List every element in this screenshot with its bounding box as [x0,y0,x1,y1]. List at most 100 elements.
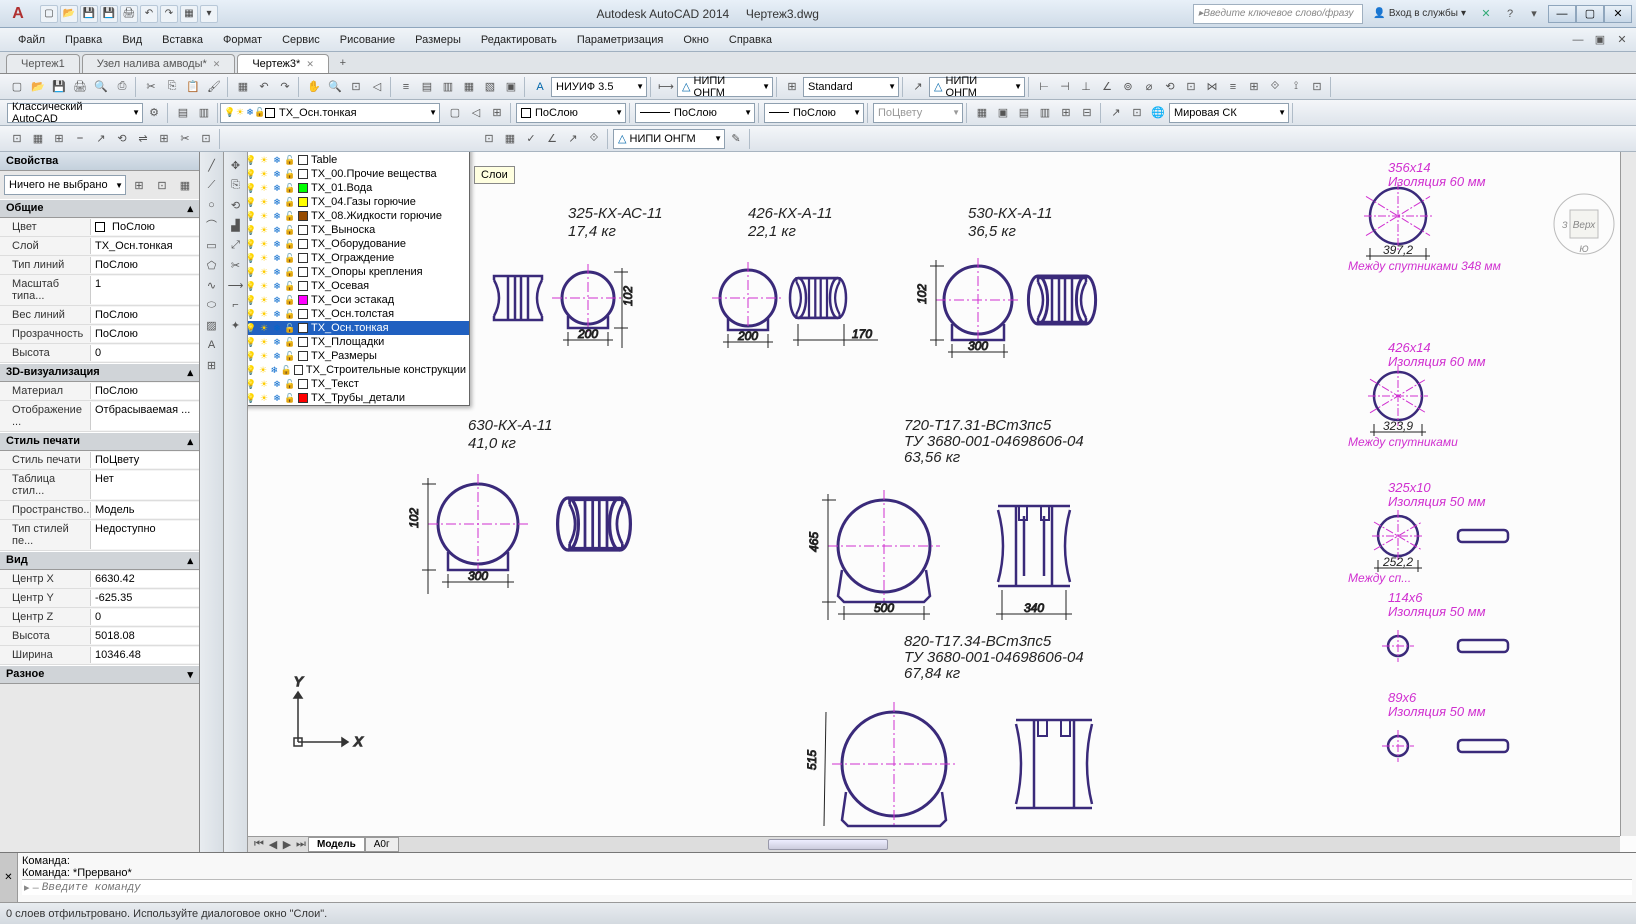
mleader-combo[interactable]: △ НИПИ ОНГМ▼ [929,77,1025,97]
d5-icon[interactable]: ⊚ [1118,77,1138,97]
menu-modify[interactable]: Редактировать [471,30,567,50]
ucs-combo[interactable]: Мировая СК▼ [1169,103,1289,123]
quickselect-icon[interactable]: ⊞ [129,175,149,195]
prop-row[interactable]: СлойТХ_Осн.тонкая [0,237,199,256]
layer-row[interactable]: 💡☀❄🔓ТХ_Оси эстакад [248,293,469,307]
layer-dropdown[interactable]: 💡☀❄🔓0💡☀❄🔓Defpoints💡☀❄🔓Table💡☀❄🔓ТХ_00.Про… [248,152,470,406]
layer-row[interactable]: 💡☀❄🔓ТХ_Размеры [248,349,469,363]
pline-icon[interactable]: ⟋ [203,176,221,194]
mleader-icon[interactable]: ↗ [908,77,928,97]
d14-icon[interactable]: ⊡ [1307,77,1327,97]
doc-tab[interactable]: Чертеж1 [6,54,80,73]
hscrollbar[interactable]: ⏮ ◀ ▶ ⏭ Модель А0г [248,836,1620,852]
g2-icon[interactable]: ▣ [993,103,1013,123]
d1-icon[interactable]: ⊢ [1034,77,1054,97]
cut-icon[interactable]: ✂ [141,77,161,97]
spline-icon[interactable]: ∿ [203,276,221,294]
laymgr-icon[interactable]: ⊞ [487,103,507,123]
annotext-combo[interactable]: △ НИПИ ОНГМ▼ [613,129,725,149]
app-logo[interactable]: A [4,4,32,24]
tab-close-icon[interactable]: ✕ [306,59,314,69]
copy-icon[interactable]: ⎘ [227,176,245,194]
menu-tools[interactable]: Сервис [272,30,330,50]
prop-row[interactable]: Стиль печатиПоЦвету [0,451,199,470]
prop-row[interactable]: Тип линийПоСлою [0,256,199,275]
minimize-button[interactable]: — [1548,5,1576,23]
prop-section[interactable]: 3D-визуализация▴ [0,363,199,382]
layer-row[interactable]: 💡☀❄🔓ТХ_Осн.толстая [248,307,469,321]
d13-icon[interactable]: ⟟ [1286,77,1306,97]
plotstyle-combo[interactable]: ПоЦвету▼ [873,103,963,123]
infocenter-search[interactable]: ▸ Введите ключевое слово/фразу [1193,4,1363,24]
tp-icon[interactable]: ▥ [438,77,458,97]
ucs1-icon[interactable]: ↗ [1106,103,1126,123]
d9-icon[interactable]: ⋈ [1202,77,1222,97]
line-icon[interactable]: ╱ [203,156,221,174]
d2-icon[interactable]: ⊣ [1055,77,1075,97]
text-icon[interactable]: A [203,336,221,354]
menu-insert[interactable]: Вставка [152,30,213,50]
open-icon[interactable]: 📂 [60,5,78,23]
d12-icon[interactable]: ⟐ [1265,77,1285,97]
x5-icon[interactable]: ↗ [563,129,583,149]
dsm-icon[interactable]: ▤ [417,77,437,97]
preview-icon[interactable]: 🔍 [91,77,111,97]
drawing-area[interactable]: 💡☀❄🔓0💡☀❄🔓Defpoints💡☀❄🔓Table💡☀❄🔓ТХ_00.Про… [248,152,1636,852]
g1-icon[interactable]: ▦ [972,103,992,123]
prop-row[interactable]: Таблица стил...Нет [0,470,199,501]
layer-row[interactable]: 💡☀❄🔓ТХ_Ограждение [248,251,469,265]
prop-row[interactable]: Центр Y-625.35 [0,589,199,608]
menu-format[interactable]: Формат [213,30,272,50]
prop-row[interactable]: Тип стилей пе...Недоступно [0,520,199,551]
ssm-icon[interactable]: ▦ [459,77,479,97]
g6-icon[interactable]: ⊟ [1077,103,1097,123]
help-dropdown-icon[interactable]: ▾ [1524,4,1544,24]
layer-state-icon[interactable]: ▥ [194,103,214,123]
m8-icon[interactable]: ⊞ [154,129,174,149]
mk-icon[interactable]: ▧ [480,77,500,97]
qnew-icon[interactable]: ▢ [7,77,27,97]
prop-row[interactable]: Пространство...Модель [0,501,199,520]
layer-props-icon[interactable]: ▤ [173,103,193,123]
workspace-combo[interactable]: Классический AutoCAD▼ [7,103,143,123]
g5-icon[interactable]: ⊞ [1056,103,1076,123]
x2-icon[interactable]: ▦ [500,129,520,149]
viewcube[interactable]: Верх З Ю [1552,192,1616,256]
m10-icon[interactable]: ⊡ [196,129,216,149]
doc-minimize-icon[interactable]: — [1568,30,1588,50]
hatch-icon[interactable]: ▨ [203,316,221,334]
layer-row[interactable]: 💡☀❄🔓ТХ_Трубы_детали [248,391,469,405]
saveas-icon[interactable]: 💾 [100,5,118,23]
layout-tab-model[interactable]: Модель [308,837,365,852]
prop-row[interactable]: Высота5018.08 [0,627,199,646]
selectobj-icon[interactable]: ▦ [175,175,195,195]
qc-icon[interactable]: ▣ [501,77,521,97]
app-icon[interactable]: ▦ [180,5,198,23]
x1-icon[interactable]: ⊡ [479,129,499,149]
vscrollbar[interactable] [1620,152,1636,836]
table-icon[interactable]: ⊞ [203,356,221,374]
prop-row[interactable]: Вес линийПоСлою [0,306,199,325]
layprev-icon[interactable]: ◁ [466,103,486,123]
ellipse-icon[interactable]: ⬭ [203,296,221,314]
doc-tab[interactable]: Узел налива амводы*✕ [82,54,236,73]
textstyle-combo[interactable]: НИУИФ 3.5▼ [551,77,647,97]
layout-tab-a0[interactable]: А0г [365,837,399,852]
arc-icon[interactable]: ⌒ [203,216,221,234]
dimstyle-combo[interactable]: △ НИПИ ОНГМ▼ [677,77,773,97]
textstyle-icon[interactable]: A [530,77,550,97]
prop-row[interactable]: Центр X6630.42 [0,570,199,589]
layer-combo[interactable]: 💡 ☀ ❄ 🔓 ТХ_Осн.тонкая ▼ [220,103,440,123]
prop-row[interactable]: Отображение ...Отбрасываемая ... [0,401,199,432]
lineweight-combo[interactable]: ПоСлою▼ [764,103,864,123]
tab-prev-icon[interactable]: ◀ [266,838,280,852]
prop-row[interactable]: Высота0 [0,344,199,363]
x3-icon[interactable]: ✓ [521,129,541,149]
scale-icon[interactable]: ⤢ [227,236,245,254]
m4-icon[interactable]: ⎯ [70,129,90,149]
prop-section[interactable]: Вид▴ [0,551,199,570]
maximize-button[interactable]: ▢ [1576,5,1604,23]
exchange-icon[interactable]: ✕ [1476,4,1496,24]
copy-icon[interactable]: ⎘ [162,77,182,97]
ucs-globe-icon[interactable]: 🌐 [1148,103,1168,123]
